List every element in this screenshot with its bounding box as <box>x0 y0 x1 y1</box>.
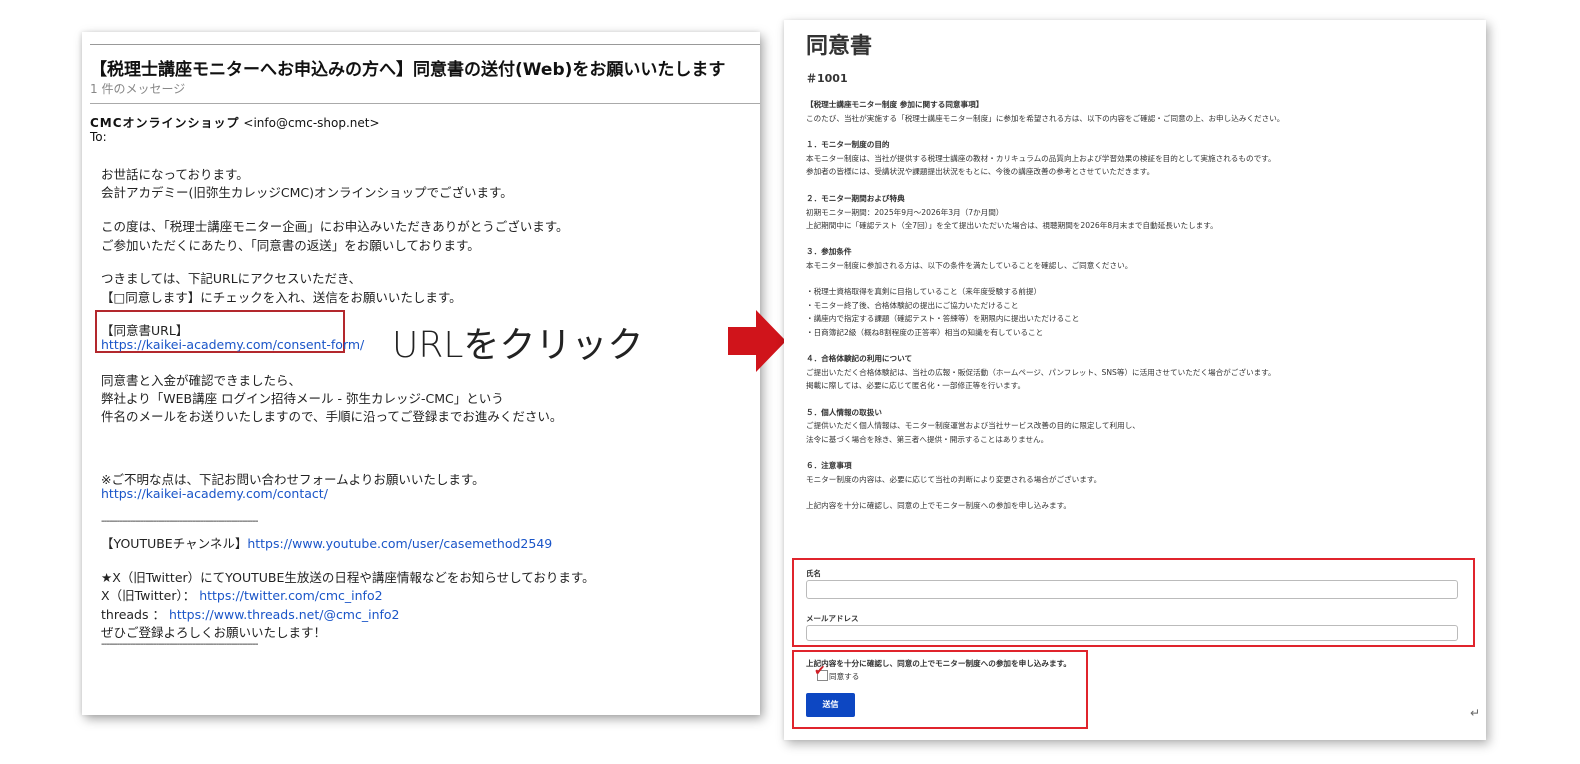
section-title: ５．個人情報の取扱い <box>806 408 882 417</box>
divider <box>90 103 760 104</box>
recipient-label: To: <box>90 130 107 144</box>
name-label: 氏名 <box>806 569 821 578</box>
agree-text: 上記内容を十分に確認し、同意の上でモニター制度への参加を申し込みます。 <box>806 659 1072 668</box>
x-line: X（旧Twitter）： https://twitter.com/cmc_inf… <box>101 585 383 604</box>
submit-button[interactable]: 送信 <box>806 693 855 717</box>
form-text: ご提供いただく個人情報は、モニター制度運営および当社サービス改善の目的に限定して… <box>806 421 1140 430</box>
x-label: X（旧Twitter）： <box>101 588 196 603</box>
body-line: 【□同意します】にチェックを入れ、送信をお願いいたします。 <box>101 290 462 305</box>
section-title: ６．注意事項 <box>806 461 852 470</box>
divider <box>90 44 760 45</box>
body-line: 件名のメールをお送りいたしますので、手順に沿ってご登録までお進みください。 <box>101 409 563 424</box>
body-line: 同意書と入金が確認できましたら、 <box>101 373 302 388</box>
document-number: ＃1001 <box>806 72 848 85</box>
form-text: 初期モニター期間：2025年9月〜2026年3月（7か月間） <box>806 208 1004 217</box>
form-text: 本モニター制度に参加される方は、以下の条件を満たしていることを確認し、ご同意くだ… <box>806 261 1133 270</box>
email-panel: 【税理士講座モニターへお申込みの方へ】同意書の送付(Web)をお願いいたします … <box>82 32 760 715</box>
form-text: ご提出いただく合格体験記は、当社の広報・販促活動（ホームページ、パンフレット、S… <box>806 368 1276 377</box>
form-text: 参加者の皆様には、受講状況や課題提出状況をもとに、今後の講座改善の参考とさせてい… <box>806 167 1155 176</box>
section-title: ２．モニター期間および特典 <box>806 194 905 203</box>
annotation-click-url: URLをクリック <box>392 325 644 366</box>
threads-label: threads ： <box>101 607 165 622</box>
section-title: ３．参加条件 <box>806 247 852 256</box>
form-text: 上記内容を十分に確認し、同意の上でモニター制度への参加を申し込みます。 <box>806 501 1072 510</box>
body-line: ご参加いただくにあたり、「同意書の返送」をお願いしております。 <box>101 238 480 253</box>
youtube-link[interactable]: https://www.youtube.com/user/casemethod2… <box>247 536 552 551</box>
x-link[interactable]: https://twitter.com/cmc_info2 <box>199 588 382 603</box>
form-text: 本モニター制度は、当社が提供する税理士講座の教材・カリキュラムの品質向上および学… <box>806 154 1276 163</box>
name-input[interactable] <box>806 580 1458 599</box>
form-text: 法令に基づく場合を除き、第三者へ提供・開示することはありません。 <box>806 435 1049 444</box>
checkmark-icon: ✔ <box>814 663 826 679</box>
section-title: ４．合格体験記の利用について <box>806 354 913 363</box>
email-input[interactable] <box>806 625 1458 641</box>
body-line: つきましては、下記URLにアクセスいただき、 <box>101 271 362 286</box>
form-text: ・モニター終了後、合格体験記の提出にご協力いただけること <box>806 301 1019 310</box>
email-label: メールアドレス <box>806 614 859 623</box>
email-subject: 【税理士講座モニターへお申込みの方へ】同意書の送付(Web)をお願いいたします <box>90 60 726 80</box>
form-text: モニター制度の内容は、必要に応じて当社の判断により変更される場合がございます。 <box>806 475 1102 484</box>
form-text: 上記期間中に「確認テスト（全7回）」を全て提出いただいた場合は、視聴期間を202… <box>806 221 1218 230</box>
youtube-line: 【YOUTUBEチャンネル】https://www.youtube.com/us… <box>101 533 552 552</box>
contact-link[interactable]: https://kaikei-academy.com/contact/ <box>101 486 328 501</box>
body-line: この度は、「税理士講座モニター企画」にお申込みいただきありがとうございます。 <box>101 219 569 234</box>
body-line: 弊社より「WEB講座 ログイン招待メール - 弥生カレッジ-CMC」という <box>101 391 504 406</box>
body-line: ★X（旧Twitter）にてYOUTUBE生放送の日程や講座情報などをお知らせし… <box>101 570 595 585</box>
body-line: お世話になっております。 <box>101 167 249 182</box>
form-title: 同意書 <box>806 34 873 59</box>
section-title: １．モニター制度の目的 <box>806 140 890 149</box>
youtube-label: 【YOUTUBEチャンネル】 <box>101 536 248 551</box>
form-text: ・講座内で指定する課題（確認テスト・答練等）を期限内に提出いただけること <box>806 314 1080 323</box>
return-icon: ↵ <box>1470 706 1481 720</box>
form-text: 掲載に際しては、必要に応じて匿名化・一部修正等を行います。 <box>806 381 1026 390</box>
consent-form-panel: 同意書 ＃1001 【税理士講座モニター制度 参加に関する同意事項】 このたび、… <box>784 20 1486 740</box>
form-text: ・税理士資格取得を真剣に目指していること（来年度受験する前提） <box>806 287 1042 296</box>
body-line: 会計アカデミー(旧弥生カレッジCMC)オンラインショップでございます。 <box>101 185 513 200</box>
right-arrow-icon <box>728 310 786 372</box>
message-count: 1 件のメッセージ <box>90 82 186 96</box>
form-text: このたび、当社が実施する「税理士講座モニター制度」に参加を希望される方は、以下の… <box>806 114 1285 123</box>
consent-form-link[interactable]: https://kaikei-academy.com/consent-form/ <box>101 337 364 352</box>
form-text: ・日商簿記2級（概ね8割程度の正答率）相当の知識を有していること <box>806 328 1044 337</box>
divider: ----------------------------------------… <box>101 516 259 527</box>
threads-link[interactable]: https://www.threads.net/@cmc_info2 <box>169 607 400 622</box>
form-heading: 【税理士講座モニター制度 参加に関する同意事項】 <box>806 100 984 109</box>
sender-name: CMCオンラインショップ <box>90 116 240 130</box>
sender-email: <info@cmc-shop.net> <box>243 116 380 130</box>
threads-line: threads ： https://www.threads.net/@cmc_i… <box>101 604 400 623</box>
sender: CMCオンラインショップ <info@cmc-shop.net> <box>90 114 380 131</box>
divider: ----------------------------------------… <box>101 639 259 650</box>
checkbox-label: 同意する <box>829 672 860 681</box>
